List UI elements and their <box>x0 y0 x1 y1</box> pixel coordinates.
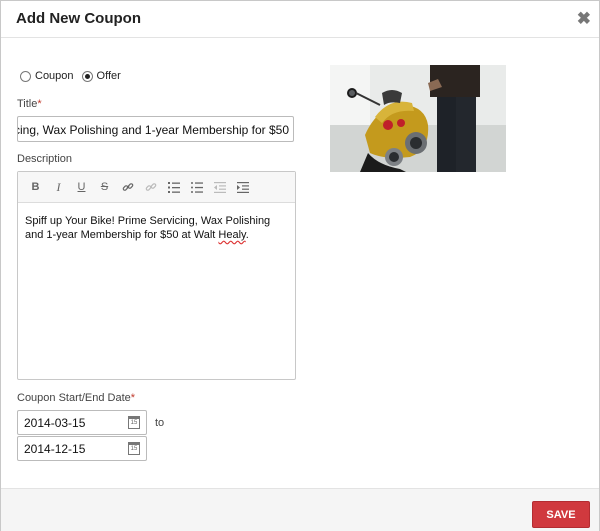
add-coupon-dialog: Add New Coupon ✖ Coupon Offer Title* vic… <box>0 0 600 531</box>
coupon-image <box>330 65 506 172</box>
start-date-input[interactable]: 2014-03-15 15 <box>17 410 147 435</box>
outdent-icon[interactable] <box>208 177 231 197</box>
dialog-header: Add New Coupon ✖ <box>1 1 599 38</box>
editor-toolbar: B I U S <box>18 172 295 203</box>
title-input[interactable]: vicing, Wax Polishing and 1-year Members… <box>17 116 294 142</box>
date-label: Coupon Start/End Date* <box>17 392 135 404</box>
link-icon[interactable] <box>116 177 139 197</box>
italic-icon[interactable]: I <box>47 177 70 197</box>
dialog-title: Add New Coupon <box>16 10 141 27</box>
radio-coupon-label: Coupon <box>35 70 74 82</box>
title-required-mark: * <box>37 98 42 110</box>
radio-coupon-circle[interactable] <box>20 70 31 82</box>
description-text-area[interactable]: Spiff up Your Bike! Prime Servicing, Wax… <box>18 203 295 242</box>
title-label-text: Title <box>17 98 38 110</box>
radio-offer-circle[interactable] <box>81 70 93 82</box>
calendar-icon[interactable]: 15 <box>128 442 140 455</box>
save-button[interactable]: SAVE <box>532 501 590 528</box>
description-text-end: . <box>245 229 249 241</box>
underline-icon[interactable]: U <box>70 177 93 197</box>
dialog-footer: SAVE <box>1 488 599 531</box>
title-input-value: vicing, Wax Polishing and 1-year Members… <box>17 123 289 137</box>
bulleted-list-icon[interactable] <box>185 177 208 197</box>
bold-icon[interactable]: B <box>24 177 47 197</box>
radio-offer-label: Offer <box>96 70 121 82</box>
numbered-list-icon[interactable] <box>162 177 185 197</box>
close-icon[interactable]: ✖ <box>577 10 591 27</box>
indent-icon[interactable] <box>231 177 254 197</box>
motorcycle-photo <box>330 65 506 172</box>
radio-coupon[interactable]: Coupon <box>20 70 74 82</box>
date-label-text: Coupon Start/End Date <box>17 392 131 404</box>
description-label: Description <box>17 153 73 165</box>
title-label: Title* <box>17 98 42 110</box>
start-date-value: 2014-03-15 <box>24 416 86 430</box>
date-required-mark: * <box>130 392 136 404</box>
unlink-icon[interactable] <box>139 177 162 197</box>
strikethrough-icon[interactable]: S <box>93 177 116 197</box>
radio-offer[interactable]: Offer <box>81 70 121 82</box>
misspelled-word: Healy <box>218 229 246 241</box>
end-date-value: 2014-12-15 <box>24 442 86 456</box>
description-editor: B I U S Spiff up Your Bike! Prime Servic… <box>17 171 296 380</box>
calendar-icon[interactable]: 15 <box>128 416 140 429</box>
date-range-to-label: to <box>155 417 165 429</box>
end-date-input[interactable]: 2014-12-15 15 <box>17 436 147 461</box>
coupon-type-group: Coupon Offer <box>20 70 129 82</box>
